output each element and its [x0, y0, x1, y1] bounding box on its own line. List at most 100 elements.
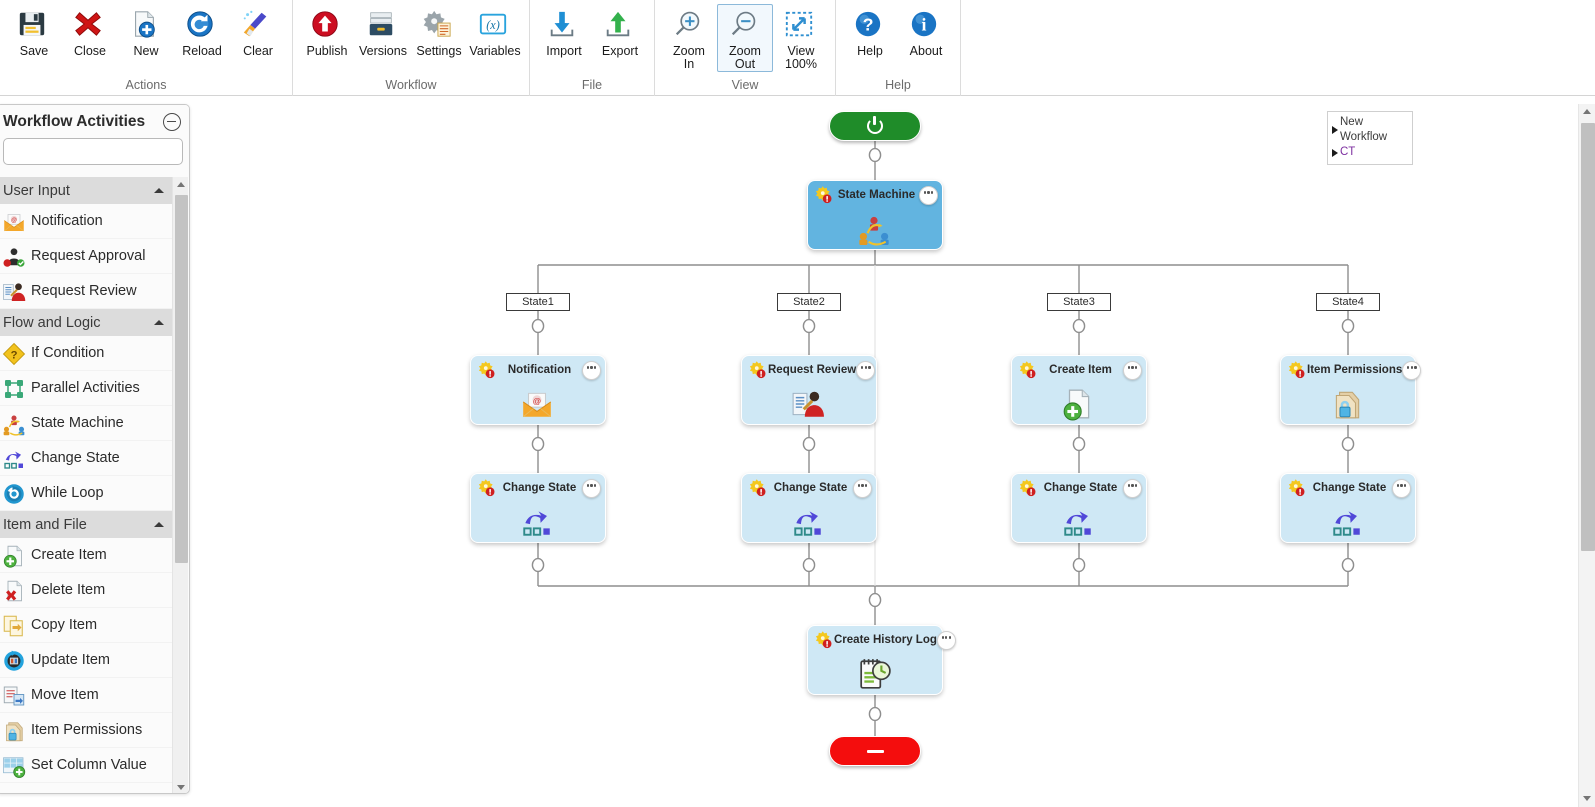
activity-group-flow-and-logic[interactable]: Flow and Logic: [0, 309, 172, 336]
node-header: Change State: [1012, 474, 1146, 502]
ellipsis-menu-icon[interactable]: [936, 630, 956, 650]
about-button[interactable]: i About: [898, 4, 954, 66]
node-title: Change State: [1043, 482, 1118, 494]
versions-button[interactable]: Versions: [355, 4, 411, 66]
ellipsis-menu-icon[interactable]: [856, 360, 876, 380]
triangle-right-icon[interactable]: [1332, 148, 1338, 157]
sidebar-scrollbar[interactable]: [172, 177, 189, 793]
ellipsis-menu-icon[interactable]: [582, 478, 601, 498]
activity-item-create-item[interactable]: Create Item: [0, 538, 172, 573]
node-header: Change State: [471, 474, 605, 502]
state-label-box[interactable]: State3: [1047, 293, 1111, 311]
search-box[interactable]: [3, 138, 189, 165]
ribbon-group-actions: Save Close New Reload Clear Actions: [0, 0, 293, 96]
activity-item-if-condition[interactable]: ? If Condition: [0, 336, 172, 371]
ellipsis-menu-icon[interactable]: [919, 185, 938, 205]
activity-node-change-state[interactable]: Change State: [1011, 473, 1147, 543]
zoom-in-button[interactable]: Zoom In: [661, 4, 717, 72]
activity-node-item-permissions[interactable]: Item Permissions: [1280, 355, 1422, 425]
activity-item-delete-item[interactable]: Delete Item: [0, 573, 172, 608]
settings-button[interactable]: Settings: [411, 4, 467, 66]
import-button[interactable]: Import: [536, 4, 592, 66]
search-input[interactable]: [10, 143, 189, 160]
canvas-scroll-up-button[interactable]: [1579, 104, 1595, 120]
activity-item-set-column-value[interactable]: Set Column Value: [0, 748, 172, 783]
activity-node-create-history-log[interactable]: Create History Log: [807, 625, 956, 695]
activity-group-user-input[interactable]: User Input: [0, 177, 172, 204]
activity-group-label: Flow and Logic: [3, 314, 101, 331]
activity-item-label: Notification: [31, 213, 103, 229]
collapse-circle-minus-icon[interactable]: [163, 112, 181, 131]
view-fit-icon: [784, 9, 818, 43]
activity-node-change-state[interactable]: Change State: [741, 473, 877, 543]
chevron-up-icon[interactable]: [154, 522, 164, 527]
triangle-right-icon[interactable]: [1332, 126, 1338, 134]
state-label-box[interactable]: State4: [1316, 293, 1380, 311]
activity-item-item-permissions[interactable]: Item Permissions: [0, 713, 172, 748]
activity-node-notification[interactable]: Notification @: [470, 355, 606, 425]
ribbon-button-label: About: [909, 44, 943, 58]
panel-header: Workflow Activities: [0, 105, 189, 138]
activity-item-label: Request Review: [31, 283, 137, 299]
canvas-scrollbar[interactable]: [1578, 104, 1595, 807]
state-label-box[interactable]: State1: [506, 293, 570, 311]
legend-row[interactable]: CT: [1332, 145, 1408, 160]
activity-item-notification[interactable]: @ Notification: [0, 204, 172, 239]
view-100--button[interactable]: View 100%: [773, 4, 829, 72]
help-button[interactable]: ? Help: [842, 4, 898, 66]
scrollbar-thumb[interactable]: [175, 195, 188, 563]
legend-row[interactable]: New Workflow: [1332, 115, 1408, 145]
activity-item-while-loop[interactable]: While Loop: [0, 476, 172, 511]
state-label-box[interactable]: State2: [777, 293, 841, 311]
ribbon-group-items: Zoom In Zoom Out View 100%: [655, 0, 835, 78]
canvas-scroll-down-button[interactable]: [1579, 791, 1595, 807]
export-button[interactable]: Export: [592, 4, 648, 66]
workflow-canvas[interactable]: State Machine State1 State2 State3 State4 Not…: [194, 97, 1577, 807]
activity-item-request-approval[interactable]: Request Approval: [0, 239, 172, 274]
activity-item-move-item[interactable]: Move Item: [0, 678, 172, 713]
end-node[interactable]: [829, 736, 921, 766]
node-header: Create Item: [1012, 356, 1146, 384]
activities-list[interactable]: User Input @ Notification Request Approval R…: [0, 177, 189, 793]
close-button[interactable]: Close: [62, 4, 118, 66]
clear-button[interactable]: Clear: [230, 4, 286, 66]
chevron-up-icon[interactable]: [154, 188, 164, 193]
activity-node-change-state[interactable]: Change State: [470, 473, 606, 543]
ribbon-button-label: Versions: [359, 44, 407, 58]
activity-item-request-review[interactable]: Request Review: [0, 274, 172, 309]
publish-button[interactable]: Publish: [299, 4, 355, 66]
activity-item-state-machine[interactable]: State Machine: [0, 406, 172, 441]
activity-node-change-state[interactable]: Change State: [1280, 473, 1416, 543]
activity-item-change-state[interactable]: Change State: [0, 441, 172, 476]
start-node[interactable]: [829, 111, 921, 141]
activity-item-copy-item[interactable]: Copy Item: [0, 608, 172, 643]
activity-node-create-item[interactable]: Create Item: [1011, 355, 1147, 425]
activity-item-parallel-activities[interactable]: Parallel Activities: [0, 371, 172, 406]
ellipsis-menu-icon[interactable]: [1402, 360, 1422, 380]
ellipsis-menu-icon[interactable]: [853, 478, 872, 498]
save-icon: [17, 9, 51, 43]
ribbon-button-label: Export: [601, 44, 639, 58]
new-button[interactable]: New: [118, 4, 174, 66]
ribbon-group-label: File: [581, 78, 603, 92]
scroll-up-button[interactable]: [173, 177, 189, 192]
chevron-up-icon[interactable]: [154, 320, 164, 325]
scroll-down-button[interactable]: [173, 780, 189, 793]
reload-button[interactable]: Reload: [174, 4, 230, 66]
activity-group-item-and-file[interactable]: Item and File: [0, 511, 172, 538]
ellipsis-menu-icon[interactable]: [582, 360, 601, 380]
ribbon-group-label: Actions: [125, 78, 167, 92]
ellipsis-menu-icon[interactable]: [1392, 478, 1411, 498]
node-body: [1012, 502, 1146, 542]
activity-node-request-review[interactable]: Request Review: [741, 355, 877, 425]
gear-error-badge-icon: [1018, 360, 1038, 380]
variables-button[interactable]: (x) Variables: [467, 4, 523, 66]
state-machine-root-node[interactable]: State Machine: [807, 180, 943, 250]
activity-item-update-item[interactable]: Update Item: [0, 643, 172, 678]
save-button[interactable]: Save: [6, 4, 62, 66]
zoom-out-button[interactable]: Zoom Out: [717, 4, 773, 72]
canvas-scrollbar-thumb[interactable]: [1581, 123, 1595, 551]
ellipsis-menu-icon[interactable]: [1123, 360, 1142, 380]
ribbon-button-label: Settings: [416, 44, 462, 58]
ellipsis-menu-icon[interactable]: [1123, 478, 1142, 498]
